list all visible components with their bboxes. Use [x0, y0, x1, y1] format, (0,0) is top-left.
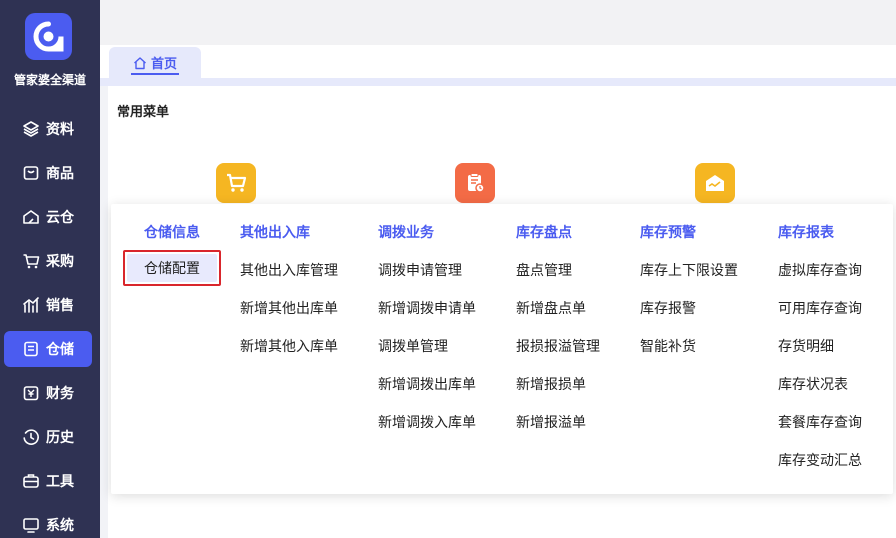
menu-item[interactable]: 库存上下限设置: [640, 260, 738, 280]
menu-item[interactable]: 新增报溢单: [516, 412, 586, 432]
menu-item[interactable]: 库存状况表: [778, 374, 848, 394]
menu-item[interactable]: 新增其他入库单: [240, 336, 338, 356]
quick-menu-report[interactable]: [695, 163, 735, 203]
menu-item[interactable]: 可用库存查询: [778, 298, 862, 318]
menu-column-title: 库存盘点: [516, 224, 572, 240]
storage-menu-panel: 仓储信息 仓储配置 其他出入库 其他出入库管理 新增其他出库单 新增其他入库单 …: [111, 204, 893, 494]
menu-item[interactable]: 调拨单管理: [378, 336, 448, 356]
sidebar-item-xitong[interactable]: 系统: [4, 507, 92, 538]
menu-item[interactable]: 仓储配置: [127, 254, 217, 282]
menu-item[interactable]: 库存变动汇总: [778, 450, 862, 470]
menu-item[interactable]: 报损报溢管理: [516, 336, 600, 356]
tab-bar-divider: [100, 78, 896, 86]
sidebar-item-label: 销售: [46, 297, 74, 313]
menu-column-title: 库存预警: [640, 224, 696, 240]
cart-icon: [227, 173, 247, 192]
menu-item[interactable]: 库存报警: [640, 298, 696, 318]
menu-column-title: 其他出入库: [240, 224, 310, 240]
sidebar-item-yuncang[interactable]: 云仓: [4, 199, 92, 235]
sidebar-item-label: 工具: [46, 473, 74, 489]
menu-item[interactable]: 新增调拨出库单: [378, 374, 476, 394]
menu-item[interactable]: 新增报损单: [516, 374, 586, 394]
sidebar-item-label: 系统: [46, 517, 74, 533]
sidebar-item-label: 云仓: [46, 209, 74, 225]
storage-icon: [22, 340, 40, 358]
sidebar-item-label: 仓储: [46, 341, 74, 357]
cloud-warehouse-icon: [22, 208, 40, 226]
menu-item[interactable]: 其他出入库管理: [240, 260, 338, 280]
sidebar-item-label: 采购: [46, 253, 74, 269]
box-icon: [22, 164, 40, 182]
quick-menu-inventory[interactable]: [455, 163, 495, 203]
tab-home[interactable]: 首页: [109, 47, 201, 78]
home-icon: [134, 56, 146, 69]
finance-icon: [22, 384, 40, 402]
toolbox-icon: [22, 472, 40, 490]
sidebar: 管家婆全渠道 资料 商品 云仓 采购 销售 仓储 财务 历史 工具 系统: [0, 0, 100, 538]
sidebar-item-ziliao[interactable]: 资料: [4, 111, 92, 147]
menu-item[interactable]: 调拨申请管理: [378, 260, 462, 280]
sidebar-item-label: 商品: [46, 165, 74, 181]
menu-item-highlight: 仓储配置: [123, 250, 221, 286]
bar-chart-icon: [22, 296, 40, 314]
history-icon: [22, 428, 40, 446]
menu-item[interactable]: 新增盘点单: [516, 298, 586, 318]
tab-label: 首页: [150, 56, 177, 71]
menu-item[interactable]: 存货明细: [778, 336, 834, 356]
sidebar-item-label: 财务: [46, 385, 74, 401]
sidebar-item-xiaoshou[interactable]: 销售: [4, 287, 92, 323]
sidebar-item-lishi[interactable]: 历史: [4, 419, 92, 455]
brand-name: 管家婆全渠道: [13, 73, 86, 87]
menu-item[interactable]: 新增调拨申请单: [378, 298, 476, 318]
cart-icon: [22, 252, 40, 270]
menu-item[interactable]: 套餐库存查询: [778, 412, 862, 432]
sidebar-item-label: 历史: [46, 429, 74, 445]
menu-item[interactable]: 盘点管理: [516, 260, 572, 280]
quick-menu-cart[interactable]: [216, 163, 256, 203]
menu-item[interactable]: 新增其他出库单: [240, 298, 338, 318]
menu-item[interactable]: 新增调拨入库单: [378, 412, 476, 432]
sidebar-item-caiwu[interactable]: 财务: [4, 375, 92, 411]
menu-item[interactable]: 虚拟库存查询: [778, 260, 862, 280]
sidebar-item-caigou[interactable]: 采购: [4, 243, 92, 279]
sidebar-item-cangchu[interactable]: 仓储: [4, 331, 92, 367]
envelope-chart-icon: [706, 175, 724, 191]
sidebar-item-label: 资料: [46, 121, 74, 137]
sidebar-item-shangpin[interactable]: 商品: [4, 155, 92, 191]
top-bar: [100, 0, 896, 45]
clipboard-clock-icon: [468, 173, 485, 193]
monitor-icon: [22, 516, 40, 534]
section-title: 常用菜单: [117, 104, 170, 119]
menu-item[interactable]: 智能补货: [640, 336, 696, 356]
menu-column-title: 库存报表: [778, 224, 834, 240]
menu-column-title: 仓储信息: [144, 224, 200, 240]
layers-icon: [22, 120, 40, 138]
menu-column-title: 调拨业务: [378, 224, 434, 240]
sidebar-item-gongju[interactable]: 工具: [4, 463, 92, 499]
app-logo[interactable]: [25, 13, 72, 60]
tab-bar: 首页: [100, 45, 896, 78]
logo-mark-icon: [33, 21, 64, 52]
